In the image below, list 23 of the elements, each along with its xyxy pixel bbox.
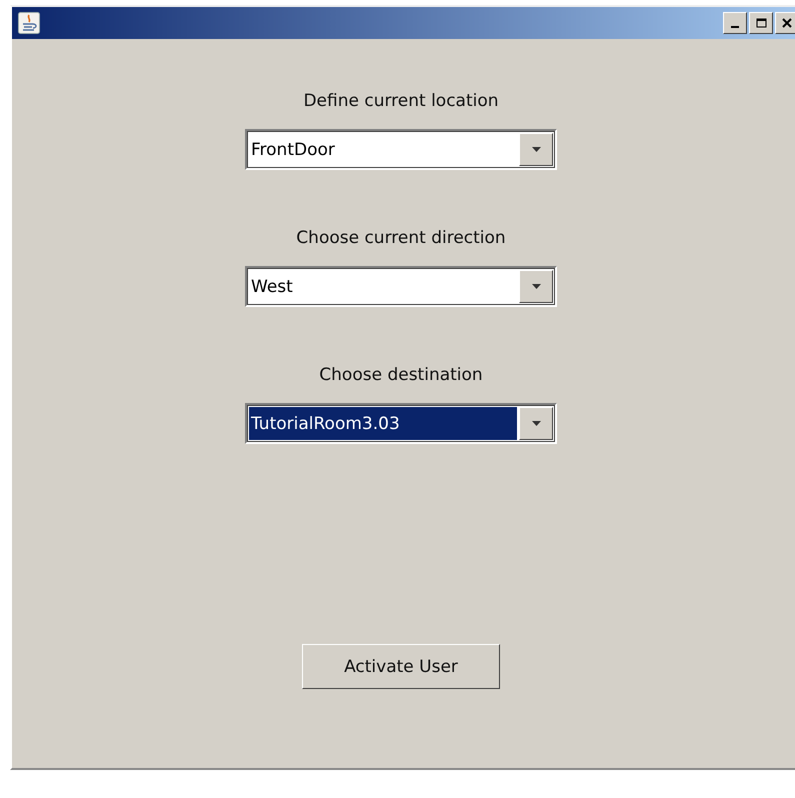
dropdown-value: West [250, 276, 294, 298]
activate-button[interactable]: Activate User [302, 644, 500, 689]
dropdown-button[interactable] [519, 270, 553, 303]
caret-icon [532, 284, 540, 289]
maximize-button[interactable] [749, 12, 773, 34]
maximize-icon [756, 18, 766, 28]
caret-icon [532, 147, 540, 152]
dropdown-value: TutorialRoom3.03 [249, 407, 517, 440]
field-label: Choose current direction [296, 228, 506, 250]
field-label: Choose destination [319, 365, 483, 387]
cup-icon [18, 12, 40, 34]
caret-icon [532, 421, 540, 426]
dropdown-button[interactable] [519, 407, 553, 440]
dropdown[interactable]: TutorialRoom3.03 [245, 403, 557, 444]
minimize-button[interactable] [723, 12, 747, 34]
dropdown[interactable]: West [245, 266, 557, 307]
field-label: Define current location [303, 91, 499, 113]
close-button[interactable] [775, 12, 795, 34]
close-icon [782, 18, 792, 28]
dropdown[interactable]: FrontDoor [245, 129, 557, 170]
dropdown-value: FrontDoor [250, 138, 336, 162]
dropdown-button[interactable] [519, 133, 553, 166]
minimize-icon [731, 26, 739, 28]
